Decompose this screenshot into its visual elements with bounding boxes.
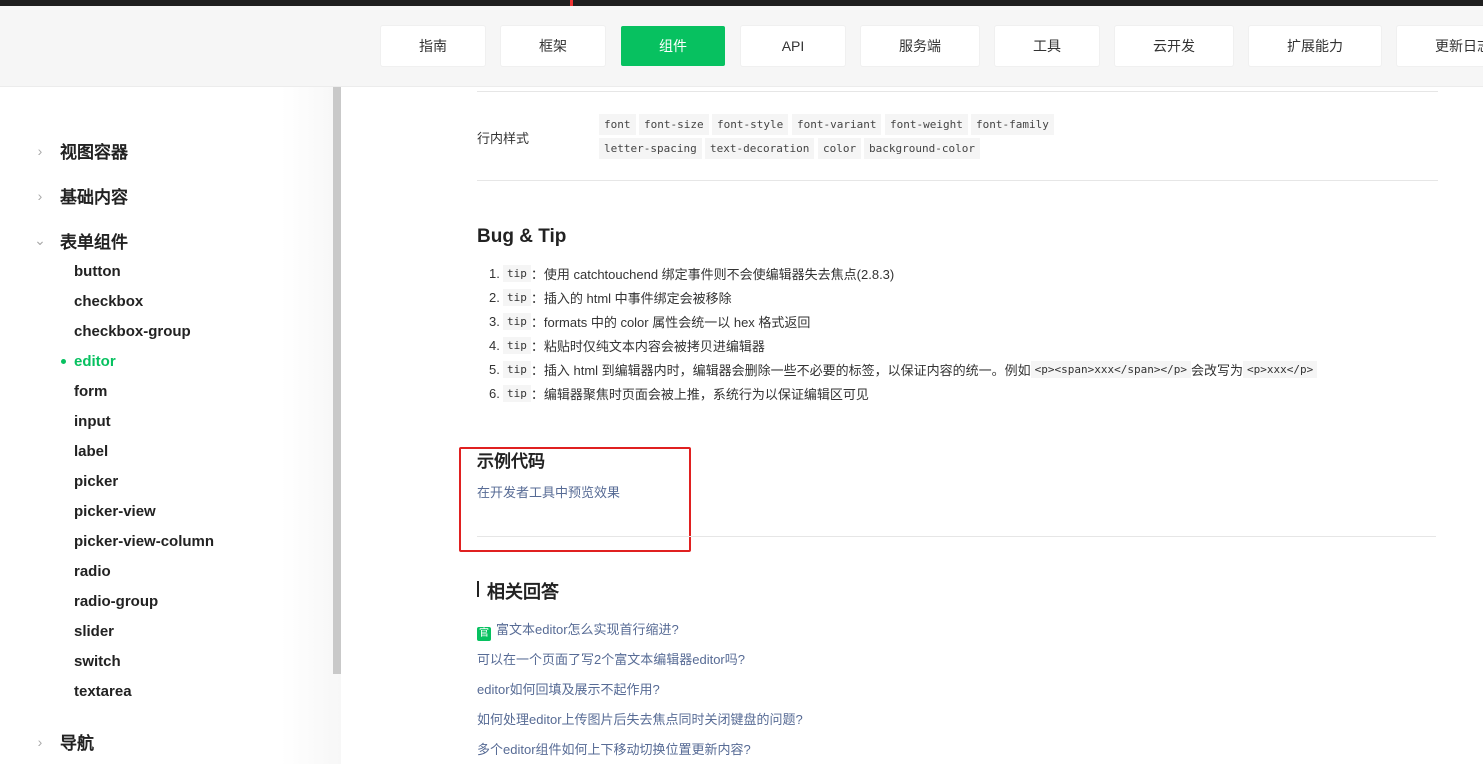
chevron-right-icon: › xyxy=(37,142,43,159)
list-number: 1. xyxy=(489,266,500,281)
code-tag: font-style xyxy=(712,114,789,135)
nav-changelog[interactable]: 更新日志 xyxy=(1397,26,1483,66)
tip-code: tip xyxy=(503,385,531,402)
nav-framework[interactable]: 框架 xyxy=(501,26,605,66)
sidebar-item-radio[interactable]: radio xyxy=(74,563,111,580)
tip-text: 会改写为 xyxy=(1191,363,1244,378)
list-item: 5. tip ：插入 html 到编辑器内时，编辑器会删除一些不必要的标签，以保证内… xyxy=(489,360,1318,379)
sidebar-item-checkbox-group[interactable]: checkbox-group xyxy=(74,323,191,340)
tip-text: ：插入的 html 中事件绑定会被移除 xyxy=(530,291,732,306)
nav-guide[interactable]: 指南 xyxy=(381,26,485,66)
nav-tools[interactable]: 工具 xyxy=(995,26,1099,66)
sidebar-category-view-container[interactable]: › 视图容器 xyxy=(32,138,128,163)
tip-code: tip xyxy=(503,289,531,306)
code-tag: font-variant xyxy=(792,114,882,135)
sidebar-category-navigation[interactable]: › 导航 xyxy=(32,729,94,754)
sidebar-item-input[interactable]: input xyxy=(74,413,111,430)
header: 指南 框架 组件 API 服务端 工具 云开发 扩展能力 更新日志 xyxy=(0,6,1483,87)
nav-server[interactable]: 服务端 xyxy=(861,26,979,66)
tip-text: ：插入 html 到编辑器内时，编辑器会删除一些不必要的标签，以保证内容的统一。… xyxy=(530,363,1031,378)
nav-cloud[interactable]: 云开发 xyxy=(1115,26,1233,66)
sidebar-item-switch[interactable]: switch xyxy=(74,653,121,670)
tip-code: tip xyxy=(503,313,531,330)
divider xyxy=(477,91,1438,92)
bug-tip-heading: Bug & Tip xyxy=(477,226,567,247)
tip-text: ：编辑器聚焦时页面会被上推，系统行为以保证编辑区可见 xyxy=(530,387,869,402)
tip-text: ：粘贴时仅纯文本内容会被拷贝进编辑器 xyxy=(530,339,765,354)
sidebar-item-slider[interactable]: slider xyxy=(74,623,114,640)
sidebar-category-basic-content[interactable]: › 基础内容 xyxy=(32,183,128,208)
tip-code: tip xyxy=(503,337,531,354)
list-number: 6. xyxy=(489,386,500,401)
sidebar-item-form[interactable]: form xyxy=(74,383,107,400)
nav-components[interactable]: 组件 xyxy=(621,26,725,66)
sidebar-item-label[interactable]: label xyxy=(74,443,108,460)
sidebar-item-checkbox[interactable]: checkbox xyxy=(74,293,143,310)
category-label: 视图容器 xyxy=(60,143,128,162)
sidebar-item-picker-view[interactable]: picker-view xyxy=(74,503,156,520)
code-tag: font-weight xyxy=(885,114,968,135)
list-number: 5. xyxy=(489,362,500,377)
active-dot-icon xyxy=(61,359,66,364)
sidebar-shade xyxy=(281,87,341,764)
list-item: 2. tip ：插入的 html 中事件绑定会被移除 xyxy=(489,288,732,307)
list-item: 6. tip ：编辑器聚焦时页面会被上推，系统行为以保证编辑区可见 xyxy=(489,384,869,403)
tip-text: ：使用 catchtouchend 绑定事件则不会使编辑器失去焦点(2.8.3) xyxy=(530,267,895,282)
nav-extensions[interactable]: 扩展能力 xyxy=(1249,26,1381,66)
divider xyxy=(477,536,1436,537)
category-label: 表单组件 xyxy=(60,233,128,252)
list-item: 1. tip ：使用 catchtouchend 绑定事件则不会使编辑器失去焦点(2… xyxy=(489,264,894,283)
tip-code: tip xyxy=(503,361,531,378)
list-number: 3. xyxy=(489,314,500,329)
divider xyxy=(477,180,1438,181)
code-tag: letter-spacing xyxy=(599,138,702,159)
code-tag: font-size xyxy=(639,114,709,135)
list-number: 4. xyxy=(489,338,500,353)
chevron-down-icon: ⌄ xyxy=(34,232,46,248)
nav-api[interactable]: API xyxy=(741,26,845,66)
sidebar-item-button[interactable]: button xyxy=(74,263,121,280)
code-tag: text-decoration xyxy=(705,138,815,159)
sidebar-item-radio-group[interactable]: radio-group xyxy=(74,593,158,610)
related-link[interactable]: 如何处理editor上传图片后失去焦点同时关闭键盘的问题? xyxy=(477,709,803,728)
code-tag: color xyxy=(818,138,862,159)
sidebar-scrollbar[interactable] xyxy=(333,87,341,674)
related-link[interactable]: 可以在一个页面了写2个富文本编辑器editor吗? xyxy=(477,649,745,668)
sidebar-item-editor[interactable]: editor xyxy=(74,353,116,370)
list-item: 3. tip ：formats 中的 color 属性会统一以 hex 格式返回 xyxy=(489,312,810,331)
tip-code: tip xyxy=(503,265,531,282)
related-link[interactable]: editor如何回填及展示不起作用? xyxy=(477,679,660,698)
chevron-right-icon: › xyxy=(37,733,43,750)
related-answers-heading: 相关回答 xyxy=(487,582,559,602)
sidebar-category-form-components[interactable]: ⌄ 表单组件 xyxy=(32,228,128,253)
official-badge-icon: 官 xyxy=(477,627,491,641)
related-link-text: 富文本editor怎么实现首行缩进? xyxy=(496,622,679,637)
code-tag: background-color xyxy=(864,138,980,159)
sidebar-item-textarea[interactable]: textarea xyxy=(74,683,132,700)
top-nav: 指南 框架 组件 API 服务端 工具 云开发 扩展能力 更新日志 xyxy=(381,26,1483,66)
code-tag: font xyxy=(599,114,636,135)
heading-bar xyxy=(477,581,479,597)
related-link[interactable]: 官富文本editor怎么实现首行缩进? xyxy=(477,619,679,641)
list-item: 4. tip ：粘贴时仅纯文本内容会被拷贝进编辑器 xyxy=(489,336,765,355)
category-label: 导航 xyxy=(60,734,94,753)
chevron-right-icon: › xyxy=(37,187,43,204)
list-number: 2. xyxy=(489,290,500,305)
inline-code: <p>xxx</p> xyxy=(1243,361,1318,378)
category-label: 基础内容 xyxy=(60,188,128,207)
inline-style-label: 行内样式 xyxy=(477,131,530,146)
sidebar-item-picker[interactable]: picker xyxy=(74,473,118,490)
sidebar-item-picker-view-column[interactable]: picker-view-column xyxy=(74,533,214,550)
inline-code: <p><span>xxx</span></p> xyxy=(1030,361,1191,378)
related-link[interactable]: 多个editor组件如何上下移动切换位置更新内容? xyxy=(477,739,751,758)
tip-text: ：formats 中的 color 属性会统一以 hex 格式返回 xyxy=(530,315,811,330)
code-tag: font-family xyxy=(971,114,1054,135)
